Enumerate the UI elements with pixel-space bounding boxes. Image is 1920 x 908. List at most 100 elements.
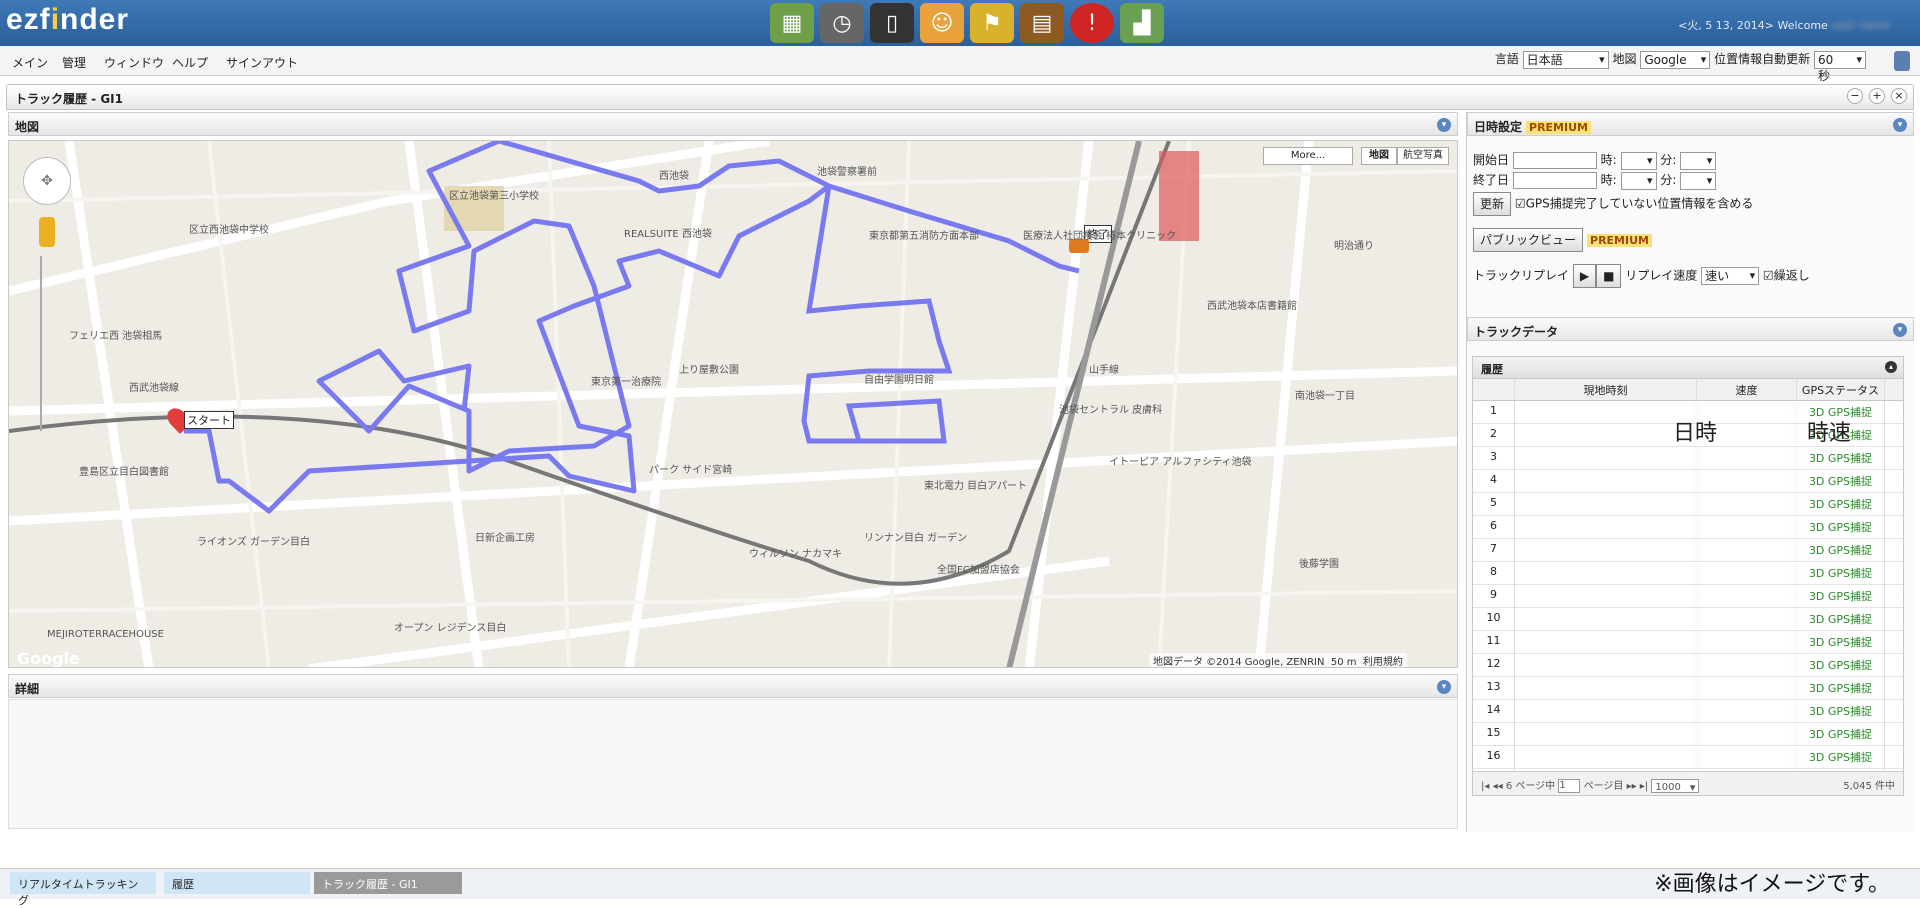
collapse-icon[interactable]: ▾ <box>1893 118 1907 132</box>
row-number: 15 <box>1473 723 1515 745</box>
repeat-checkbox[interactable]: ☑ <box>1763 269 1774 283</box>
stopwatch-icon[interactable]: ◷ <box>820 3 864 43</box>
table-row[interactable]: 16 3D GPS捕捉 <box>1473 746 1903 769</box>
speed-overlay: 時速 <box>1807 421 1852 446</box>
row-gps: 3D GPS捕捉 <box>1797 585 1885 607</box>
row-gps: 3D GPS捕捉 <box>1797 723 1885 745</box>
table-row[interactable]: 10 3D GPS捕捉 <box>1473 608 1903 631</box>
table-row[interactable]: 12 3D GPS捕捉 <box>1473 654 1903 677</box>
alert-icon[interactable]: ! <box>1070 3 1114 43</box>
row-speed <box>1697 746 1797 768</box>
table-row[interactable]: 3 3D GPS捕捉 <box>1473 447 1903 470</box>
collapse-icon[interactable]: ▾ <box>1437 680 1451 694</box>
last-page-icon[interactable]: ▸| <box>1640 781 1648 792</box>
start-hour-select[interactable] <box>1620 151 1657 170</box>
close-icon[interactable]: × <box>1891 88 1907 104</box>
stop-button[interactable]: ■ <box>1596 264 1622 288</box>
premium-badge: PREMIUM <box>1526 121 1591 134</box>
collapse-icon[interactable]: ▴ <box>1885 361 1897 373</box>
map-label: 南池袋一丁目 <box>1295 391 1355 402</box>
flag-icon[interactable]: ⚑ <box>970 3 1014 43</box>
start-min-select[interactable] <box>1680 151 1717 170</box>
map-label: 池袋警察署前 <box>817 167 877 178</box>
replay-label: トラックリプレイ <box>1473 268 1570 283</box>
table-row[interactable]: 15 3D GPS捕捉 <box>1473 723 1903 746</box>
col-gps[interactable]: GPSステータス <box>1797 379 1885 400</box>
row-gps: 3D GPS捕捉 <box>1797 654 1885 676</box>
table-row[interactable]: 11 3D GPS捕捉 <box>1473 631 1903 654</box>
map-label: 西武池袋線 <box>129 383 179 394</box>
table-row[interactable]: 14 3D GPS捕捉 <box>1473 700 1903 723</box>
public-view-button[interactable]: パブリックビュー <box>1473 228 1584 252</box>
row-time <box>1515 700 1697 722</box>
row-speed <box>1697 608 1797 630</box>
row-number: 2 <box>1473 424 1515 446</box>
device-icon[interactable]: ▯ <box>870 3 914 43</box>
row-speed <box>1697 539 1797 561</box>
replay-speed-select[interactable]: 速い <box>1701 267 1760 285</box>
play-button[interactable]: ▶ <box>1572 264 1597 288</box>
tab-realtime[interactable]: リアルタイムトラッキング <box>10 872 156 907</box>
map-label: パーク サイド宮崎 <box>649 465 733 476</box>
map-panel-title: 地図 <box>15 120 40 134</box>
detail-panel-header: 詳細 ▾ <box>8 674 1458 698</box>
chart-icon[interactable]: ▟ <box>1120 3 1164 43</box>
update-select[interactable]: 60 秒 <box>1814 50 1866 83</box>
menu-window[interactable]: ウィンドウ <box>104 54 164 71</box>
map-label: 東北電力 目白アパート <box>924 481 1027 492</box>
end-date-input[interactable] <box>1512 172 1597 189</box>
hour-label: 時: <box>1600 173 1617 187</box>
map-view[interactable]: スタート 終了 ✥ More... 地図 航空写真 Google 地図データ ©… <box>8 140 1458 668</box>
menu-help[interactable]: ヘルプ <box>172 54 208 71</box>
table-row[interactable]: 9 3D GPS捕捉 <box>1473 585 1903 608</box>
tab-track-history[interactable]: トラック履歴 - GI1 <box>314 872 462 894</box>
gps-checkbox[interactable]: ☑ <box>1515 197 1526 211</box>
lang-select[interactable]: 日本語 <box>1522 50 1609 69</box>
update-button[interactable]: 更新 <box>1473 192 1512 216</box>
menu-admin[interactable]: 管理 <box>62 54 86 71</box>
row-number: 6 <box>1473 516 1515 538</box>
page-count: 6 <box>1505 781 1513 792</box>
app-logo: ezfinder <box>6 3 130 36</box>
col-time[interactable]: 現地時刻 <box>1515 379 1697 400</box>
page-size-select[interactable]: 1000 <box>1651 779 1700 795</box>
next-page-icon[interactable]: ▸▸ <box>1627 781 1637 792</box>
prev-page-icon[interactable]: ◂◂ <box>1493 781 1503 792</box>
table-row[interactable]: 4 3D GPS捕捉 <box>1473 470 1903 493</box>
menu-signout[interactable]: サインアウト <box>226 54 298 71</box>
map-label: オープン レジデンス目白 <box>394 623 507 634</box>
table-row[interactable]: 13 3D GPS捕捉 <box>1473 677 1903 700</box>
track-panel-title: トラックデータ <box>1474 325 1559 339</box>
col-speed[interactable]: 速度 <box>1697 379 1797 400</box>
date-panel-header: 日時設定 PREMIUM ▾ <box>1467 112 1914 136</box>
map-label: 区立池袋第三小学校 <box>449 191 539 202</box>
tab-history[interactable]: 履歴 <box>164 872 310 894</box>
hour-label: 時: <box>1600 153 1617 167</box>
table-row[interactable]: 5 3D GPS捕捉 <box>1473 493 1903 516</box>
end-min-select[interactable] <box>1680 171 1717 190</box>
menu-main[interactable]: メイン <box>12 54 48 71</box>
table-body: 1 3D GPS捕捉 2 3D GPS捕捉 3 3D GPS捕捉 4 3D GPS捕捉… <box>1473 401 1903 792</box>
row-number: 7 <box>1473 539 1515 561</box>
lock-icon[interactable] <box>1894 51 1910 71</box>
table-row[interactable]: 7 3D GPS捕捉 <box>1473 539 1903 562</box>
collapse-icon[interactable]: ▾ <box>1437 118 1451 132</box>
report-icon[interactable]: ▤ <box>1020 3 1064 43</box>
row-time <box>1515 677 1697 699</box>
row-time <box>1515 447 1697 469</box>
row-gps: 3D GPS捕捉 <box>1797 631 1885 653</box>
user-icon[interactable]: ☺ <box>920 3 964 43</box>
minimize-icon[interactable]: − <box>1847 88 1863 104</box>
row-gps: 3D GPS捕捉 <box>1797 447 1885 469</box>
table-row[interactable]: 8 3D GPS捕捉 <box>1473 562 1903 585</box>
detail-panel-title: 詳細 <box>15 682 40 696</box>
collapse-icon[interactable]: ▾ <box>1893 323 1907 337</box>
page-input[interactable]: 1 <box>1558 779 1581 793</box>
map-icon[interactable]: ▦ <box>770 3 814 43</box>
maximize-icon[interactable]: + <box>1869 88 1885 104</box>
map-select[interactable]: Google <box>1640 50 1711 69</box>
end-hour-select[interactable] <box>1620 171 1657 190</box>
start-date-input[interactable] <box>1512 152 1597 169</box>
first-page-icon[interactable]: |◂ <box>1481 781 1489 792</box>
table-row[interactable]: 6 3D GPS捕捉 <box>1473 516 1903 539</box>
